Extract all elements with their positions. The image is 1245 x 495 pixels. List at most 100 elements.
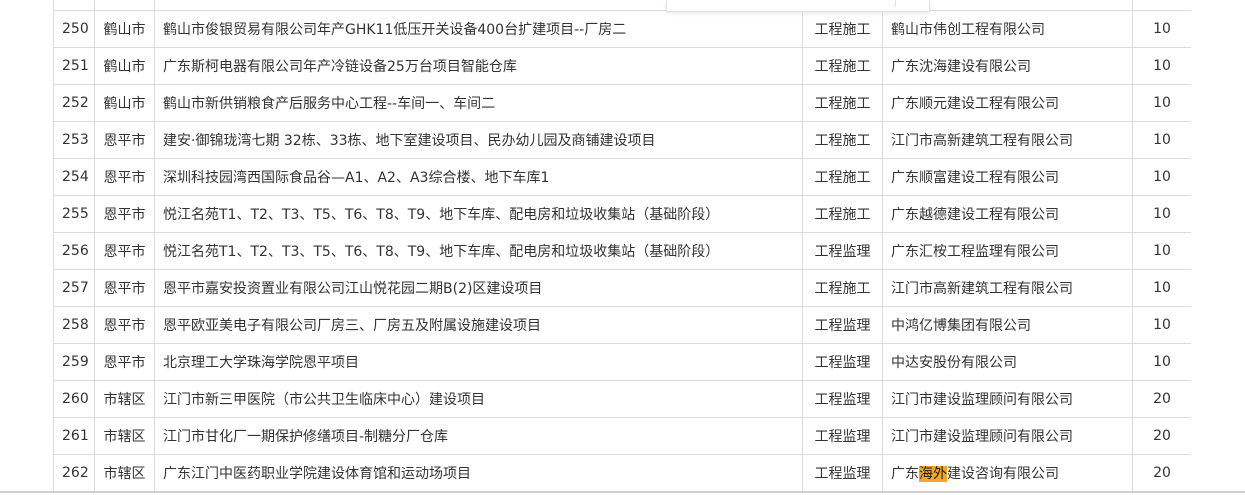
row-project: 悦江名苑T1、T2、T3、T5、T6、T8、T9、地下车库、配电房和垃圾收集站（… bbox=[154, 195, 803, 233]
row-type: 工程监理 bbox=[802, 380, 883, 418]
page-bottom-border bbox=[0, 491, 1245, 493]
row-number: 255 bbox=[53, 195, 95, 233]
row-company: 广东沈海建设有限公司 bbox=[882, 47, 1133, 85]
page-viewport: 250 鹤山市 鹤山市俊银贸易有限公司年产GHK11低压开关设备400台扩建项目… bbox=[0, 0, 1245, 495]
row-area: 恩平市 bbox=[94, 195, 155, 233]
table-row: 255 恩平市 悦江名苑T1、T2、T3、T5、T6、T8、T9、地下车库、配电… bbox=[53, 195, 1192, 233]
row-number: 262 bbox=[53, 454, 95, 492]
row-score: 10 bbox=[1132, 306, 1192, 344]
row-company: 江门市高新建筑工程有限公司 bbox=[882, 121, 1133, 159]
row-project: 恩平欧亚美电子有限公司厂房三、厂房五及附属设施建设项目 bbox=[154, 306, 803, 344]
table-row: 250 鹤山市 鹤山市俊银贸易有限公司年产GHK11低压开关设备400台扩建项目… bbox=[53, 10, 1192, 48]
page-margin bbox=[1191, 0, 1245, 495]
table-row: 257 恩平市 恩平市嘉安投资置业有限公司江山悦花园二期B(2)区建设项目 工程… bbox=[53, 269, 1192, 307]
company-name-part: 建设咨询有限公司 bbox=[947, 466, 1059, 482]
table-row: 261 市辖区 江门市甘化厂一期保护修缮项目-制糖分厂仓库 工程监理 江门市建设… bbox=[53, 417, 1192, 455]
row-score: 20 bbox=[1132, 417, 1192, 455]
row-project: 恩平市嘉安投资置业有限公司江山悦花园二期B(2)区建设项目 bbox=[154, 269, 803, 307]
row-project: 江门市甘化厂一期保护修缮项目-制糖分厂仓库 bbox=[154, 417, 803, 455]
row-company: 江门市建设监理顾问有限公司 bbox=[882, 380, 1133, 418]
row-score: 20 bbox=[1132, 454, 1192, 492]
row-score: 10 bbox=[1132, 269, 1192, 307]
row-type: 工程施工 bbox=[802, 195, 883, 233]
row-area: 市辖区 bbox=[94, 380, 155, 418]
table-row-partial bbox=[53, 0, 1192, 11]
row-company: 江门市建设监理顾问有限公司 bbox=[882, 417, 1133, 455]
row-type: 工程施工 bbox=[802, 47, 883, 85]
table-row: 259 恩平市 北京理工大学珠海学院恩平项目 工程监理 中达安股份有限公司 10 bbox=[53, 343, 1192, 381]
row-score: 10 bbox=[1132, 232, 1192, 270]
row-score: 10 bbox=[1132, 195, 1192, 233]
row-area: 鹤山市 bbox=[94, 10, 155, 48]
row-company: 广东海外建设咨询有限公司 bbox=[882, 454, 1133, 492]
row-project: 江门市新三甲医院（市公共卫生临床中心）建设项目 bbox=[154, 380, 803, 418]
table-row: 253 恩平市 建安·御锦珑湾七期 32栋、33栋、地下室建设项目、民办幼儿园及… bbox=[53, 121, 1192, 159]
row-number: 261 bbox=[53, 417, 95, 455]
row-score: 10 bbox=[1132, 158, 1192, 196]
row-project: 建安·御锦珑湾七期 32栋、33栋、地下室建设项目、民办幼儿园及商铺建设项目 bbox=[154, 121, 803, 159]
row-number: 254 bbox=[53, 158, 95, 196]
row-type: 工程施工 bbox=[802, 158, 883, 196]
table-row: 252 鹤山市 鹤山市新供销粮食产后服务中心工程--车间一、车间二 工程施工 广… bbox=[53, 84, 1192, 122]
row-area: 恩平市 bbox=[94, 343, 155, 381]
row-type: 工程施工 bbox=[802, 121, 883, 159]
row-company: 中达安股份有限公司 bbox=[882, 343, 1133, 381]
row-company: 鹤山市伟创工程有限公司 bbox=[882, 10, 1133, 48]
row-project: 深圳科技园湾西国际食品谷—A1、A2、A3综合楼、地下车库1 bbox=[154, 158, 803, 196]
table-row: 258 恩平市 恩平欧亚美电子有限公司厂房三、厂房五及附属设施建设项目 工程监理… bbox=[53, 306, 1192, 344]
row-number: 260 bbox=[53, 380, 95, 418]
table-row: 254 恩平市 深圳科技园湾西国际食品谷—A1、A2、A3综合楼、地下车库1 工… bbox=[53, 158, 1192, 196]
row-type: 工程监理 bbox=[802, 306, 883, 344]
row-score: 20 bbox=[1132, 380, 1192, 418]
row-area: 鹤山市 bbox=[94, 47, 155, 85]
results-table: 250 鹤山市 鹤山市俊银贸易有限公司年产GHK11低压开关设备400台扩建项目… bbox=[53, 0, 1192, 492]
row-type: 工程施工 bbox=[802, 84, 883, 122]
row-area: 市辖区 bbox=[94, 454, 155, 492]
row-number: 252 bbox=[53, 84, 95, 122]
row-project: 鹤山市新供销粮食产后服务中心工程--车间一、车间二 bbox=[154, 84, 803, 122]
row-project: 悦江名苑T1、T2、T3、T5、T6、T8、T9、地下车库、配电房和垃圾收集站（… bbox=[154, 232, 803, 270]
row-type: 工程监理 bbox=[802, 343, 883, 381]
row-type: 工程监理 bbox=[802, 454, 883, 492]
row-project: 鹤山市俊银贸易有限公司年产GHK11低压开关设备400台扩建项目--厂房二 bbox=[154, 10, 803, 48]
dropdown-divider bbox=[895, 0, 896, 7]
row-type: 工程监理 bbox=[802, 232, 883, 270]
row-number: 257 bbox=[53, 269, 95, 307]
table-row: 256 恩平市 悦江名苑T1、T2、T3、T5、T6、T8、T9、地下车库、配电… bbox=[53, 232, 1192, 270]
table-row: 262 市辖区 广东江门中医药职业学院建设体育馆和运动场项目 工程监理 广东海外… bbox=[53, 454, 1192, 492]
table-row: 260 市辖区 江门市新三甲医院（市公共卫生临床中心）建设项目 工程监理 江门市… bbox=[53, 380, 1192, 418]
row-number: 253 bbox=[53, 121, 95, 159]
row-score: 10 bbox=[1132, 10, 1192, 48]
row-project: 北京理工大学珠海学院恩平项目 bbox=[154, 343, 803, 381]
row-score: 10 bbox=[1132, 47, 1192, 85]
row-number: 250 bbox=[53, 10, 95, 48]
row-number: 259 bbox=[53, 343, 95, 381]
row-area: 鹤山市 bbox=[94, 84, 155, 122]
row-area: 恩平市 bbox=[94, 158, 155, 196]
row-type: 工程监理 bbox=[802, 417, 883, 455]
row-type: 工程施工 bbox=[802, 269, 883, 307]
row-number: 251 bbox=[53, 47, 95, 85]
row-project: 广东斯柯电器有限公司年产冷链设备25万台项目智能仓库 bbox=[154, 47, 803, 85]
row-company: 广东汇桉工程监理有限公司 bbox=[882, 232, 1133, 270]
row-company: 广东顺元建设工程有限公司 bbox=[882, 84, 1133, 122]
row-company: 江门市高新建筑工程有限公司 bbox=[882, 269, 1133, 307]
row-type: 工程施工 bbox=[802, 10, 883, 48]
row-project: 广东江门中医药职业学院建设体育馆和运动场项目 bbox=[154, 454, 803, 492]
search-highlight: 海外 bbox=[919, 466, 947, 482]
row-score: 10 bbox=[1132, 343, 1192, 381]
row-number: 258 bbox=[53, 306, 95, 344]
row-score: 10 bbox=[1132, 84, 1192, 122]
row-score: 10 bbox=[1132, 121, 1192, 159]
company-name-part: 广东 bbox=[891, 466, 919, 482]
dropdown-panel-edge bbox=[666, 0, 930, 12]
row-area: 恩平市 bbox=[94, 121, 155, 159]
row-area: 市辖区 bbox=[94, 417, 155, 455]
row-area: 恩平市 bbox=[94, 232, 155, 270]
row-company: 广东越德建设工程有限公司 bbox=[882, 195, 1133, 233]
row-number: 256 bbox=[53, 232, 95, 270]
row-company: 广东顺富建设工程有限公司 bbox=[882, 158, 1133, 196]
row-area: 恩平市 bbox=[94, 269, 155, 307]
row-area: 恩平市 bbox=[94, 306, 155, 344]
table-row: 251 鹤山市 广东斯柯电器有限公司年产冷链设备25万台项目智能仓库 工程施工 … bbox=[53, 47, 1192, 85]
